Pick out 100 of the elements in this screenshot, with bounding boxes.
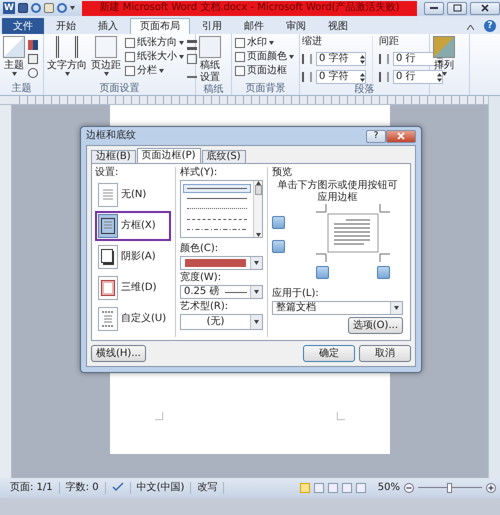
ribbon-button[interactable]: 文字方向 xyxy=(46,36,88,83)
help-button[interactable]: ? xyxy=(484,20,496,32)
width-dropdown[interactable]: 0.25 磅 xyxy=(180,285,263,299)
border-setting-icon xyxy=(98,307,118,331)
caret-icon xyxy=(394,306,399,310)
right-border-button[interactable] xyxy=(376,266,390,279)
language-indicator[interactable]: 中文(中国) xyxy=(130,482,192,494)
options-button[interactable]: 选项(O)... xyxy=(348,317,403,334)
caret-icon xyxy=(64,72,70,76)
watermark-icon xyxy=(235,38,245,48)
spin-field[interactable]: 0 行 xyxy=(393,70,443,84)
section-label: 缩进 xyxy=(302,36,323,48)
page-count[interactable]: 页面: 1/1 xyxy=(4,482,60,494)
ribbon-button[interactable]: 分栏 xyxy=(124,64,185,78)
reading-view-icon[interactable] xyxy=(314,483,324,493)
window-title: 新建 Microsoft Word 文档.docx - Microsoft Word(产品激活失败) xyxy=(82,0,417,16)
ribbon-tab[interactable]: 页面布局 xyxy=(130,18,190,34)
zoom-slider-thumb[interactable] xyxy=(447,483,452,493)
top-border-button[interactable] xyxy=(272,216,285,228)
overtype-indicator[interactable]: 改写 xyxy=(191,482,224,494)
ribbon-button[interactable]: 纸张方向 xyxy=(124,36,185,50)
dialog-tab[interactable]: 页面边框(P) xyxy=(136,148,201,163)
theme-fonts-icon xyxy=(28,54,38,64)
minimize-button[interactable] xyxy=(424,2,444,14)
columns-icon xyxy=(125,66,135,76)
web-layout-icon[interactable] xyxy=(328,483,338,493)
section-label: 设置: xyxy=(95,167,120,179)
ribbon-tab[interactable]: 引用 xyxy=(192,18,232,34)
spin-field[interactable]: 0 字符 xyxy=(316,70,366,84)
ribbon-tab[interactable]: 开始 xyxy=(46,18,86,34)
zoom-level[interactable]: 50% xyxy=(378,482,400,494)
line-numbers-icon xyxy=(187,54,197,64)
margins-icon xyxy=(95,36,117,58)
draft-view-icon[interactable] xyxy=(356,483,366,493)
corner-mark-icon xyxy=(337,412,345,420)
field-label: 宽度(W): xyxy=(180,272,222,284)
spinner-arrows-icon xyxy=(360,72,365,82)
spinner-arrows-icon xyxy=(360,54,365,64)
ribbon-tab[interactable]: 文件 xyxy=(2,18,44,34)
vertical-scrollbar[interactable] xyxy=(488,96,500,478)
help-button[interactable]: ? xyxy=(366,130,386,142)
group-label: 主题 xyxy=(10,83,32,95)
dialog-tab[interactable]: 边框(B) xyxy=(91,150,136,163)
ribbon-tab[interactable]: 邮件 xyxy=(234,18,274,34)
ribbon-button[interactable]: 页面边框 xyxy=(234,64,295,78)
orientation-icon xyxy=(125,38,135,48)
left-border-button[interactable] xyxy=(316,266,328,279)
collapse-ribbon-icon[interactable] xyxy=(467,25,474,30)
dialog-tab[interactable]: 底纹(S) xyxy=(202,150,246,163)
horizontal-line-button[interactable]: 横线(H)... xyxy=(91,345,146,362)
theme-icon xyxy=(3,36,25,58)
caret-icon xyxy=(179,55,184,59)
outline-icon[interactable] xyxy=(342,483,352,493)
close-button[interactable] xyxy=(386,130,416,142)
ribbon-button[interactable]: 页面颜色 xyxy=(234,50,295,64)
app-icon[interactable]: W xyxy=(3,2,15,14)
scroll-thumb[interactable] xyxy=(254,185,262,195)
caret-icon xyxy=(104,72,108,76)
restore-button[interactable] xyxy=(447,2,467,14)
ribbon-button[interactable]: 水印 xyxy=(234,36,295,50)
ok-button[interactable]: 确定 xyxy=(303,345,355,362)
draft-paper-icon xyxy=(199,36,221,58)
line-style-option[interactable] xyxy=(183,184,251,193)
border-setting-option[interactable]: 自定义(U) xyxy=(95,304,171,334)
ribbon-tab[interactable]: 审阅 xyxy=(276,18,316,34)
ribbon-button[interactable]: 页边距 xyxy=(90,36,122,83)
line-style-list[interactable] xyxy=(180,180,263,238)
draft-settings-button[interactable]: 稿纸设置 xyxy=(198,36,222,84)
color-dropdown[interactable] xyxy=(180,256,263,270)
bottom-border-button[interactable] xyxy=(272,240,285,252)
apply-to-dropdown[interactable]: 整篇文档 xyxy=(272,301,403,315)
field-label: 艺术型(R): xyxy=(180,301,230,313)
close-button[interactable] xyxy=(470,2,500,14)
zoom-out-icon[interactable] xyxy=(404,483,414,493)
border-setting-icon xyxy=(98,245,118,269)
ribbon-tab[interactable]: 视图 xyxy=(318,18,358,34)
zoom-in-icon[interactable] xyxy=(486,483,496,493)
border-setting-option[interactable]: 阴影(A) xyxy=(95,242,171,272)
arrange-button[interactable]: 排列 xyxy=(432,36,456,83)
spin-field[interactable]: 0 字符 xyxy=(316,52,366,66)
theme-button[interactable]: 主题 xyxy=(2,36,26,83)
border-setting-icon xyxy=(98,276,118,300)
border-setting-option[interactable]: 无(N) xyxy=(95,180,171,210)
ribbon-tab[interactable]: 插入 xyxy=(88,18,128,34)
field-label: 样式(Y): xyxy=(180,167,218,179)
art-dropdown[interactable]: (无) xyxy=(180,314,263,330)
paper-size-icon xyxy=(125,52,135,62)
ribbon-button[interactable]: 纸张大小 xyxy=(124,50,185,64)
group-label: 页面设置 xyxy=(98,83,140,95)
caret-icon xyxy=(254,261,259,265)
zoom-slider[interactable] xyxy=(418,483,482,493)
caret-icon xyxy=(269,41,274,45)
close-icon xyxy=(481,4,489,12)
border-setting-icon xyxy=(98,183,118,207)
cancel-button[interactable]: 取消 xyxy=(359,345,411,362)
border-setting-option[interactable]: 三维(D) xyxy=(95,273,171,303)
scrollbar[interactable] xyxy=(253,181,262,237)
word-count[interactable]: 字数: 0 xyxy=(60,482,106,494)
proofing-icon[interactable] xyxy=(112,482,124,492)
border-setting-option[interactable]: 方框(X) xyxy=(95,211,171,241)
